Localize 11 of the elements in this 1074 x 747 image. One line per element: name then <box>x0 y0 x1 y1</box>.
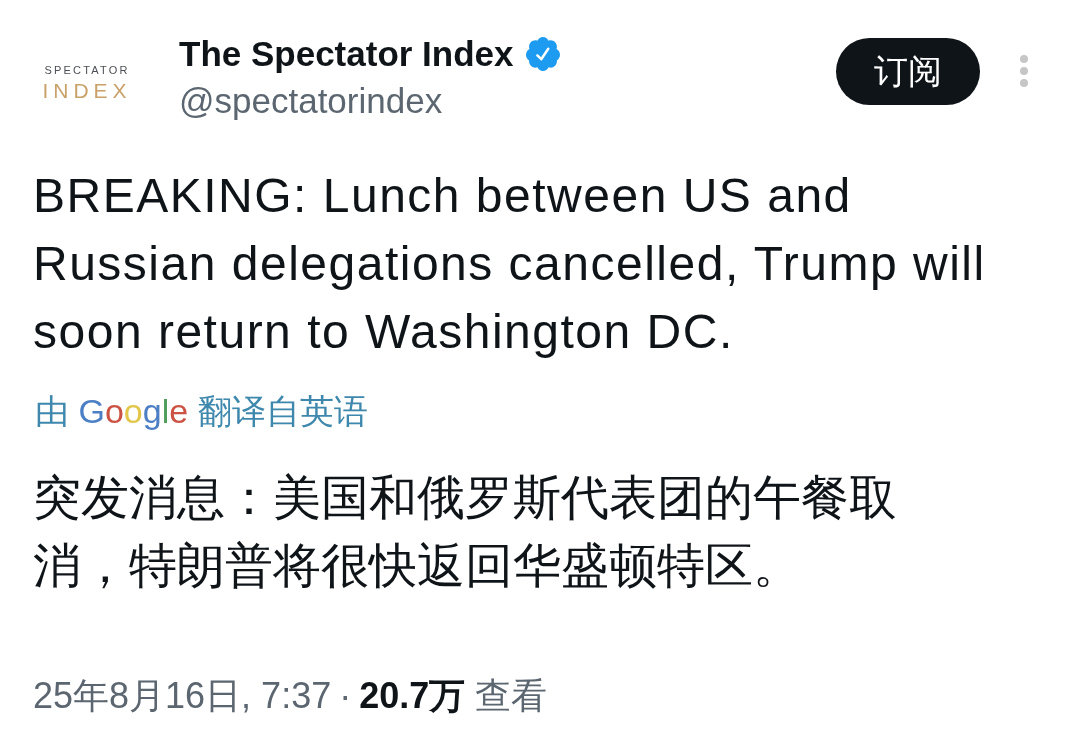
separator-dot: · <box>339 674 352 718</box>
account-handle[interactable]: @spectatorindex <box>179 78 836 124</box>
more-options-icon[interactable] <box>1020 55 1028 87</box>
post-timestamp[interactable]: 25年8月16日, 7:37 <box>33 672 332 720</box>
translated-post-text: 突发消息：美国和俄罗斯代表团的午餐取消，特朗普将很快返回华盛顿特区。 <box>33 470 898 594</box>
translation-note: 由 Google 翻译自英语 <box>35 391 369 432</box>
post-text: BREAKING: Lunch between US and Russian delegations cancelled, Trump will soon return to Washington DC. <box>33 168 987 360</box>
view-count: 20.7万 查看 <box>359 674 548 718</box>
account-name[interactable]: The Spectator Index <box>179 30 514 78</box>
avatar-logo: SPECTATOR INDEX <box>41 64 133 103</box>
subscribe-button[interactable]: 订阅 <box>836 38 980 105</box>
